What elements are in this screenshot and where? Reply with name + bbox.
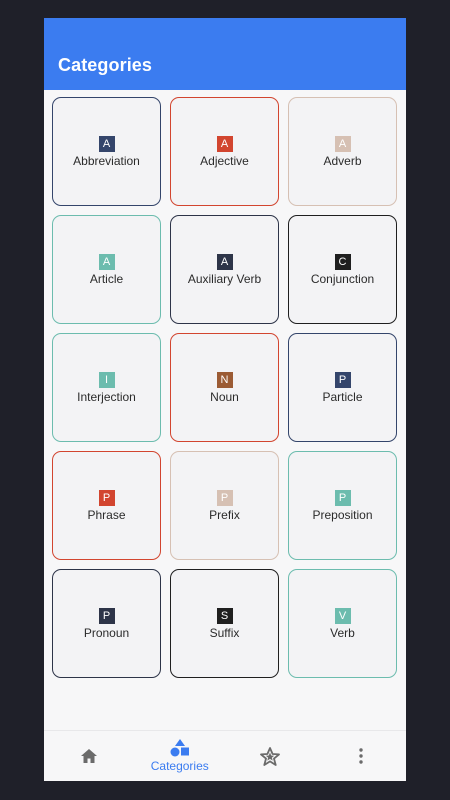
category-label: Pronoun (83, 625, 130, 640)
category-label: Auxiliary Verb (187, 271, 262, 286)
category-card[interactable]: V Verb (288, 569, 397, 678)
category-card[interactable]: C Conjunction (288, 215, 397, 324)
category-label: Particle (322, 389, 363, 404)
category-label: Abbreviation (73, 153, 140, 168)
category-label: Prefix (209, 507, 240, 522)
category-card[interactable]: P Prefix (170, 451, 279, 560)
category-letter-badge: N (216, 371, 233, 388)
category-label: Noun (210, 389, 239, 404)
category-card[interactable]: I Interjection (52, 333, 161, 442)
category-label: Adjective (200, 153, 249, 168)
category-label: Article (89, 271, 124, 286)
category-letter-badge: P (98, 607, 115, 624)
nav-more[interactable] (316, 731, 407, 781)
category-card[interactable]: P Particle (288, 333, 397, 442)
category-letter-badge: P (334, 489, 351, 506)
category-card[interactable]: P Phrase (52, 451, 161, 560)
category-grid: A Abbreviation A Adjective A Adverb A Article A A… (52, 97, 398, 678)
star-icon (260, 746, 281, 766)
shapes-icon (170, 739, 189, 757)
nav-favorites[interactable] (225, 731, 316, 781)
nav-categories[interactable]: Categories (135, 731, 226, 781)
category-label: Suffix (209, 625, 240, 640)
category-label: Interjection (77, 389, 136, 404)
category-letter-badge: A (216, 135, 233, 152)
category-letter-badge: S (216, 607, 233, 624)
category-card[interactable]: S Suffix (170, 569, 279, 678)
category-letter-badge: P (334, 371, 351, 388)
nav-home[interactable] (44, 731, 135, 781)
category-card[interactable]: A Auxiliary Verb (170, 215, 279, 324)
category-card[interactable]: P Pronoun (52, 569, 161, 678)
page-title: Categories (58, 55, 153, 75)
category-letter-badge: C (334, 253, 351, 270)
category-card[interactable]: N Noun (170, 333, 279, 442)
category-letter-badge: I (98, 371, 115, 388)
category-card[interactable]: A Article (52, 215, 161, 324)
bottom-navigation: Categories (44, 730, 406, 781)
home-icon (81, 749, 98, 763)
category-card[interactable]: A Abbreviation (52, 97, 161, 206)
category-card[interactable]: A Adjective (170, 97, 279, 206)
category-letter-badge: A (98, 135, 115, 152)
category-label: Phrase (87, 507, 126, 522)
app-bar: Categories (44, 18, 406, 90)
category-letter-badge: V (334, 607, 351, 624)
category-letter-badge: P (216, 489, 233, 506)
more-vertical-icon (359, 748, 363, 764)
category-card[interactable]: A Adverb (288, 97, 397, 206)
category-card[interactable]: P Preposition (288, 451, 397, 560)
nav-categories-label: Categories (150, 759, 209, 773)
category-label: Preposition (312, 507, 373, 522)
category-label: Conjunction (310, 271, 375, 286)
category-letter-badge: A (334, 135, 351, 152)
category-letter-badge: A (98, 253, 115, 270)
category-letter-badge: A (216, 253, 233, 270)
category-label: Verb (330, 625, 355, 640)
category-letter-badge: P (98, 489, 115, 506)
category-label: Adverb (323, 153, 362, 168)
app-screen: Categories A Abbreviation A Adjective A Adver… (44, 18, 406, 781)
